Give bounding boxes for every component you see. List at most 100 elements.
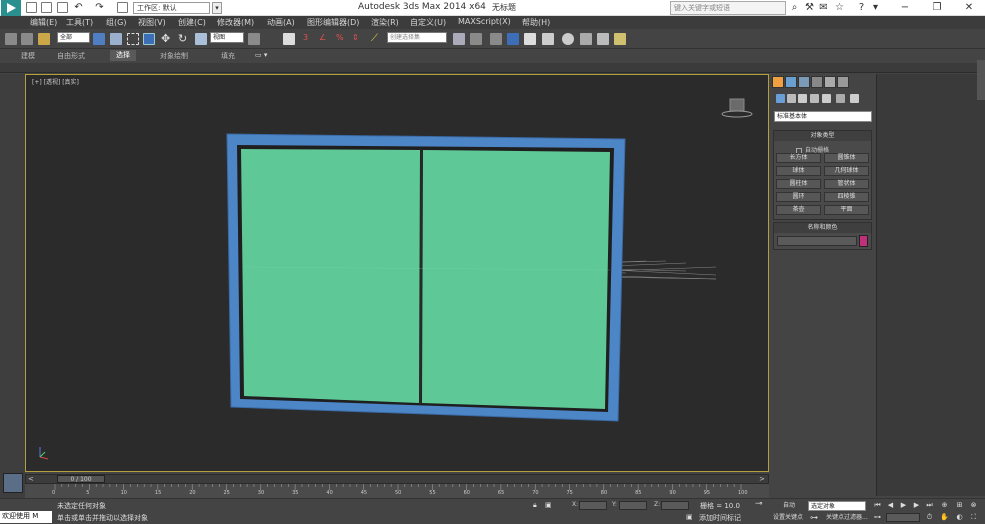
selection-lock-icon[interactable]: 🔒︎ xyxy=(533,501,537,510)
display-tab-icon[interactable] xyxy=(824,76,836,88)
rect-selection-icon[interactable] xyxy=(127,33,139,45)
percent-snap-icon[interactable]: % xyxy=(336,33,348,45)
menu-rendering[interactable]: 渲染(R) xyxy=(371,17,399,28)
y-coord-field[interactable] xyxy=(619,501,647,510)
chevron-down-icon[interactable]: ▾ xyxy=(212,2,222,14)
ribbon-tab-modeling[interactable]: 建模 xyxy=(21,51,35,61)
minimize-icon[interactable]: − xyxy=(890,0,920,16)
menu-animation[interactable]: 动画(A) xyxy=(267,17,295,28)
z-coord-field[interactable] xyxy=(661,501,689,510)
ribbon-tab-selection[interactable]: 选择 xyxy=(110,50,136,61)
menu-tools[interactable]: 工具(T) xyxy=(66,17,93,28)
move-icon[interactable]: ✥ xyxy=(161,33,173,45)
mirror-icon[interactable] xyxy=(453,33,465,45)
geometry-icon[interactable] xyxy=(776,94,785,103)
utilities-tab-icon[interactable] xyxy=(837,76,849,88)
maxscript-listener[interactable]: 欢迎使用 M xyxy=(0,511,52,523)
workspace-dropdown[interactable]: 工作区: 默认 xyxy=(133,2,210,14)
menu-views[interactable]: 视图(V) xyxy=(138,17,166,28)
pyramid-button[interactable]: 四棱锥 xyxy=(824,192,869,202)
set-key-button[interactable]: 设置关键点 xyxy=(773,513,803,523)
rendered-frame-window-icon[interactable] xyxy=(597,33,609,45)
zoom-extents-icon[interactable]: ⊕ xyxy=(940,501,949,510)
object-type-header[interactable]: 对象类型 xyxy=(774,131,871,141)
rotate-icon[interactable]: ↻ xyxy=(178,33,190,45)
key-filters-button[interactable]: 关键点过滤器... xyxy=(826,513,868,523)
menu-customize[interactable]: 自定义(U) xyxy=(410,17,446,28)
reference-coord-dropdown[interactable]: 视图 xyxy=(210,32,244,43)
cone-button[interactable]: 圆锥体 xyxy=(824,153,869,163)
ribbon-tab-populate[interactable]: 填充 xyxy=(221,51,235,61)
go-to-start-icon[interactable]: ⏮︎ xyxy=(873,501,882,510)
current-frame-field[interactable] xyxy=(886,513,920,522)
menu-maxscript[interactable]: MAXScript(X) xyxy=(458,17,511,26)
plane-button[interactable]: 平面 xyxy=(824,205,869,215)
project-folder-icon[interactable] xyxy=(117,2,128,13)
auto-key-button[interactable]: 自动 xyxy=(783,501,795,511)
systems-icon[interactable] xyxy=(850,94,859,103)
menu-help[interactable]: 帮助(H) xyxy=(522,17,550,28)
track-bar[interactable]: 0 5 10 15 20 25 30 35 40 45 50 55 60 65 70 75 80 85 90 95 10… xyxy=(25,484,769,498)
create-tab-icon[interactable] xyxy=(772,76,784,88)
orbit-icon[interactable]: ⊗ xyxy=(969,501,978,510)
menu-group[interactable]: 组(G) xyxy=(106,17,126,28)
material-editor-icon[interactable] xyxy=(562,33,574,45)
selection-filter-dropdown[interactable]: 全部 xyxy=(57,32,90,43)
spinner-snap-icon[interactable]: ⇕ xyxy=(352,33,364,45)
ribbon-options-icon[interactable]: ▭ ▾ xyxy=(255,51,267,59)
select-manipulate-icon[interactable] xyxy=(264,33,276,45)
slider-next-icon[interactable]: > xyxy=(759,475,765,483)
angle-snap-icon[interactable]: ∠ xyxy=(319,33,331,45)
prev-frame-icon[interactable]: ◀ xyxy=(886,501,895,510)
scale-icon[interactable] xyxy=(195,33,207,45)
ribbon-tab-object-paint[interactable]: 对象绘制 xyxy=(160,51,188,61)
snap-toggle-icon[interactable]: 3 xyxy=(303,33,315,45)
go-to-end-icon[interactable]: ⏭︎ xyxy=(925,501,934,510)
search-input[interactable]: 键入关键字或短语 xyxy=(670,1,786,15)
new-file-icon[interactable] xyxy=(26,2,37,13)
object-name-field[interactable] xyxy=(777,236,857,246)
layer-manager-icon[interactable] xyxy=(490,33,502,45)
menu-graph-editors[interactable]: 图形编辑器(D) xyxy=(307,17,359,28)
align-icon[interactable] xyxy=(470,33,482,45)
subscription-icon[interactable]: ⚒ xyxy=(804,2,815,13)
name-color-header[interactable]: 名称和颜色 xyxy=(774,223,871,233)
add-time-tag-button[interactable]: 添加时间标记 xyxy=(699,513,741,523)
schematic-view-icon[interactable] xyxy=(542,33,554,45)
zoom-all-icon[interactable]: ⊞ xyxy=(955,501,964,510)
unlink-icon[interactable] xyxy=(21,33,33,45)
x-coord-field[interactable] xyxy=(579,501,607,510)
time-config-icon[interactable]: ⏱︎ xyxy=(925,513,934,522)
modify-tab-icon[interactable] xyxy=(785,76,797,88)
undo-icon[interactable]: ↶ xyxy=(73,2,84,13)
lights-icon[interactable] xyxy=(798,94,807,103)
perspective-viewport[interactable]: [+] [透视] [真实] xyxy=(25,74,769,472)
keyboard-shortcut-icon[interactable] xyxy=(283,33,295,45)
key-mode-dropdown[interactable]: 选定对象 xyxy=(808,501,866,511)
bind-space-warp-icon[interactable] xyxy=(38,33,50,45)
next-frame-icon[interactable]: ▶ xyxy=(912,501,921,510)
render-production-icon[interactable] xyxy=(614,33,626,45)
absolute-mode-icon[interactable]: ▣ xyxy=(545,501,552,509)
window-crossing-icon[interactable] xyxy=(143,33,155,45)
pivot-center-icon[interactable] xyxy=(248,33,260,45)
panel-scrollbar[interactable] xyxy=(977,60,985,100)
time-slider[interactable]: < 0 / 100 > xyxy=(25,474,769,484)
redo-icon[interactable]: ↷ xyxy=(94,2,105,13)
binoculars-icon[interactable]: ⌕ xyxy=(789,2,800,13)
menu-edit[interactable]: 编辑(E) xyxy=(30,17,57,28)
time-tag-icon[interactable]: ▣ xyxy=(686,513,693,521)
torus-button[interactable]: 圆环 xyxy=(776,192,821,202)
cameras-icon[interactable] xyxy=(810,94,819,103)
edit-named-selection-icon[interactable]: ⟋ xyxy=(371,33,383,45)
hierarchy-tab-icon[interactable] xyxy=(798,76,810,88)
menu-modifiers[interactable]: 修改器(M) xyxy=(217,17,254,28)
pan-icon[interactable]: ✋ xyxy=(940,513,949,522)
helpers-icon[interactable] xyxy=(822,94,831,103)
named-selection-dropdown[interactable]: 创建选择集 xyxy=(387,32,447,43)
render-setup-icon[interactable] xyxy=(580,33,592,45)
key-mode-toggle-icon[interactable]: ⊶ xyxy=(873,513,882,522)
menu-create[interactable]: 创建(C) xyxy=(178,17,206,28)
maximize-icon[interactable]: ❐ xyxy=(922,0,952,16)
chevron-down-icon[interactable]: ▾ xyxy=(870,2,881,13)
